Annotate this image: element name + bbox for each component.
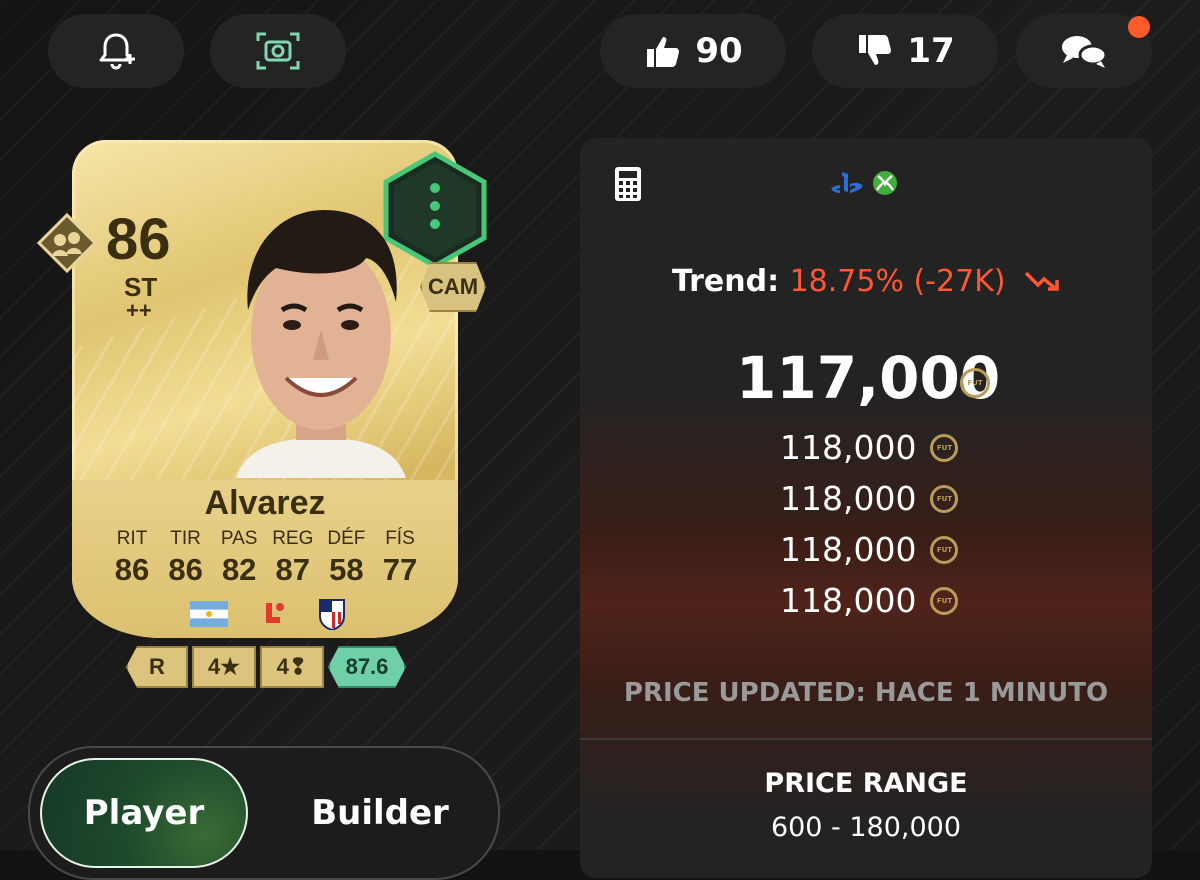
stat-value: 82: [221, 552, 257, 587]
platform-icons: [830, 170, 898, 196]
fut-coin-icon: FUT: [960, 368, 990, 398]
stat-value: 77: [382, 552, 418, 587]
like-count: 90: [695, 31, 743, 71]
alt-position-badge: CAM: [420, 262, 486, 312]
panel-divider: [580, 738, 1152, 740]
price-range-value: 600 - 180,000: [770, 812, 962, 843]
price-trend: Trend: 18.75% (-27K): [580, 264, 1152, 299]
price-updated: PRICE UPDATED: HACE 1 MINUTO: [623, 678, 1109, 708]
stat-values: 86 86 82 87 58 77: [106, 552, 426, 588]
preferred-foot-chip: R: [126, 646, 188, 688]
add-alert-button[interactable]: [48, 14, 184, 88]
player-portrait: [236, 210, 406, 478]
price-listing: 118,000 FUT: [780, 428, 959, 467]
menu-dots-icon: [430, 183, 440, 193]
trend-down-icon: [1024, 271, 1059, 291]
fut-coin-icon: FUT: [930, 535, 959, 564]
fut-coin-icon: FUT: [930, 484, 959, 513]
listing-price: 118,000: [780, 428, 917, 467]
argentina-flag-icon: [190, 601, 228, 627]
skill-moves-chip: 4★: [192, 646, 256, 688]
thumbs-up-icon: [647, 37, 680, 67]
stat-label: TIR: [170, 528, 201, 549]
screenshot-button[interactable]: [210, 14, 346, 88]
stat-label: REG: [272, 528, 314, 549]
dislike-button[interactable]: 17: [812, 14, 998, 88]
player-tab[interactable]: Player: [40, 758, 248, 868]
listing-price: 118,000: [780, 530, 917, 569]
atletico-crest-icon: [319, 599, 345, 630]
stat-value: 87: [275, 552, 311, 587]
playstation-icon[interactable]: [830, 170, 866, 196]
chem-rating-chip: 87.6: [328, 646, 406, 688]
price-listing: 118,000 FUT: [780, 581, 959, 620]
trend-label: Trend:: [671, 264, 780, 299]
weak-foot-chip: 4❢: [260, 646, 324, 688]
player-name: Alvarez: [204, 484, 326, 522]
laliga-logo-icon: [266, 603, 284, 623]
stat-value: 86: [114, 552, 150, 587]
notification-dot: [1128, 16, 1150, 38]
listing-price: 118,000: [780, 479, 917, 518]
thumbs-down-icon: [859, 35, 892, 65]
dislike-count: 17: [907, 31, 955, 71]
position-plus: ++: [126, 298, 152, 323]
fut-coin-icon: FUT: [930, 586, 959, 615]
fut-coin-icon: FUT: [930, 433, 959, 462]
stat-label: FÍS: [385, 528, 415, 549]
calculator-icon[interactable]: [614, 166, 642, 202]
stat-labels: RIT TIR PAS REG DÉF FÍS: [106, 528, 426, 550]
card-badges: [190, 598, 346, 630]
builder-tab[interactable]: Builder: [270, 758, 490, 868]
stat-label: DÉF: [327, 528, 366, 549]
stat-value: 86: [168, 552, 203, 587]
price-range-title: PRICE RANGE: [764, 768, 968, 799]
stat-label: PAS: [220, 528, 258, 549]
price-listing: 118,000 FUT: [780, 479, 959, 518]
bell-plus-icon: [99, 33, 135, 70]
player-rating: 86: [106, 207, 171, 272]
playstyle-badge-icon: [36, 212, 98, 274]
like-button[interactable]: 90: [600, 14, 786, 88]
stat-value: 58: [329, 552, 364, 587]
card-chips: R 4★ 4❢ 87.6: [126, 646, 406, 688]
trend-value: 18.75% (-27K): [789, 264, 1006, 299]
price-listing: 118,000 FUT: [780, 530, 959, 569]
chat-bubbles-icon: [1062, 36, 1108, 68]
stat-label: RIT: [116, 528, 148, 549]
listing-price: 118,000: [780, 581, 917, 620]
camera-scan-icon: [256, 32, 300, 70]
xbox-icon[interactable]: [872, 170, 898, 196]
